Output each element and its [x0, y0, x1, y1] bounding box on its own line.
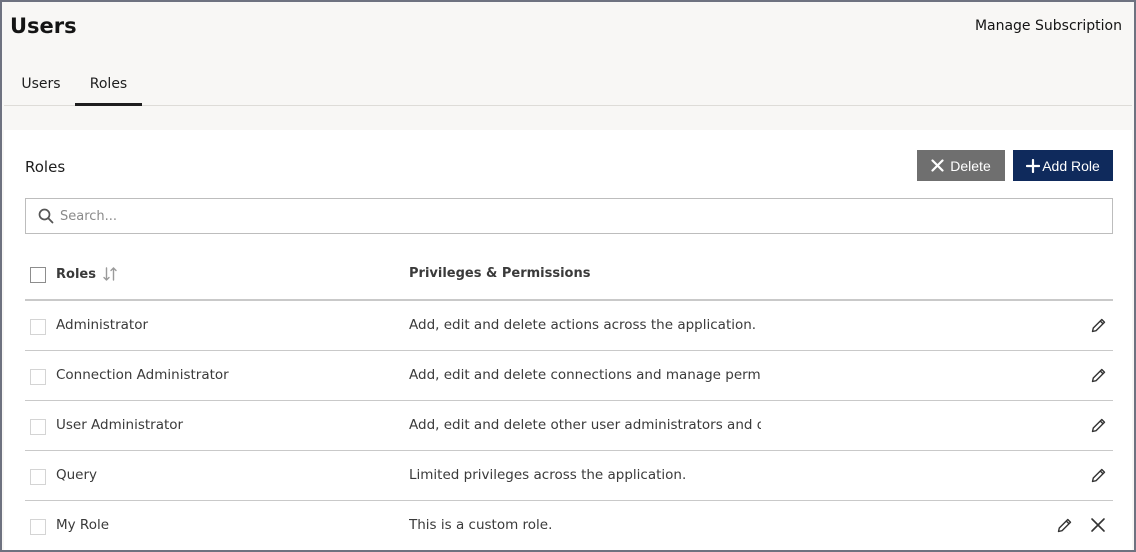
select-all-checkbox[interactable]: [30, 267, 46, 283]
pencil-icon[interactable]: [1056, 517, 1073, 534]
close-icon[interactable]: [1090, 517, 1106, 533]
tab-roles[interactable]: Roles: [75, 68, 142, 106]
delete-button[interactable]: Delete: [917, 150, 1005, 181]
table-header: Roles Privileges & Permissions: [25, 252, 1113, 301]
plus-icon: [1026, 158, 1041, 173]
table-row: My Role This is a custom role.: [25, 501, 1113, 550]
delete-button-label: Delete: [950, 157, 991, 174]
manage-subscription-link[interactable]: Manage Subscription: [975, 18, 1122, 34]
role-permissions: Add, edit and delete actions across the …: [409, 317, 757, 333]
sort-icon[interactable]: [102, 266, 118, 282]
pencil-icon[interactable]: [1090, 317, 1107, 334]
table-row: Query Limited privileges across the appl…: [25, 451, 1113, 501]
row-checkbox[interactable]: [30, 519, 46, 535]
search-input[interactable]: [60, 199, 1100, 233]
page-header: Users Manage Subscription: [2, 2, 1134, 62]
row-checkbox[interactable]: [30, 319, 46, 335]
role-name: Connection Administrator: [56, 367, 229, 383]
role-name: My Role: [56, 517, 110, 533]
column-header-roles[interactable]: Roles: [56, 266, 118, 282]
role-name: User Administrator: [56, 417, 184, 433]
role-permissions: This is a custom role.: [409, 517, 553, 533]
pencil-icon[interactable]: [1090, 417, 1107, 434]
page-title: Users: [10, 14, 77, 38]
tab-users[interactable]: Users: [8, 68, 74, 106]
roles-panel: Roles Delete Add Role Roles: [4, 130, 1132, 550]
table-row: Administrator Add, edit and delete actio…: [25, 301, 1113, 351]
role-name: Query: [56, 467, 98, 483]
roles-table: Roles Privileges & Permissions Administr…: [25, 252, 1113, 550]
column-header-permissions: Privileges & Permissions: [409, 266, 591, 281]
table-row: Connection Administrator Add, edit and d…: [25, 351, 1113, 401]
add-role-button[interactable]: Add Role: [1013, 150, 1113, 181]
search-icon: [38, 208, 54, 224]
table-row: User Administrator Add, edit and delete …: [25, 401, 1113, 451]
row-checkbox[interactable]: [30, 469, 46, 485]
app-window: Users Manage Subscription Users Roles Ro…: [0, 0, 1136, 552]
row-checkbox[interactable]: [30, 419, 46, 435]
tab-bar: Users Roles: [4, 68, 1132, 106]
role-permissions: Add, edit and delete connections and man…: [409, 367, 761, 383]
row-checkbox[interactable]: [30, 369, 46, 385]
panel-title: Roles: [25, 158, 66, 176]
search-box: [25, 198, 1113, 234]
role-permissions: Limited privileges across the applicatio…: [409, 467, 687, 483]
x-icon: [931, 159, 944, 172]
role-permissions: Add, edit and delete other user administ…: [409, 417, 761, 433]
role-name: Administrator: [56, 317, 149, 333]
column-header-roles-label: Roles: [56, 266, 96, 282]
pencil-icon[interactable]: [1090, 467, 1107, 484]
pencil-icon[interactable]: [1090, 367, 1107, 384]
add-role-button-label: Add Role: [1042, 157, 1100, 174]
